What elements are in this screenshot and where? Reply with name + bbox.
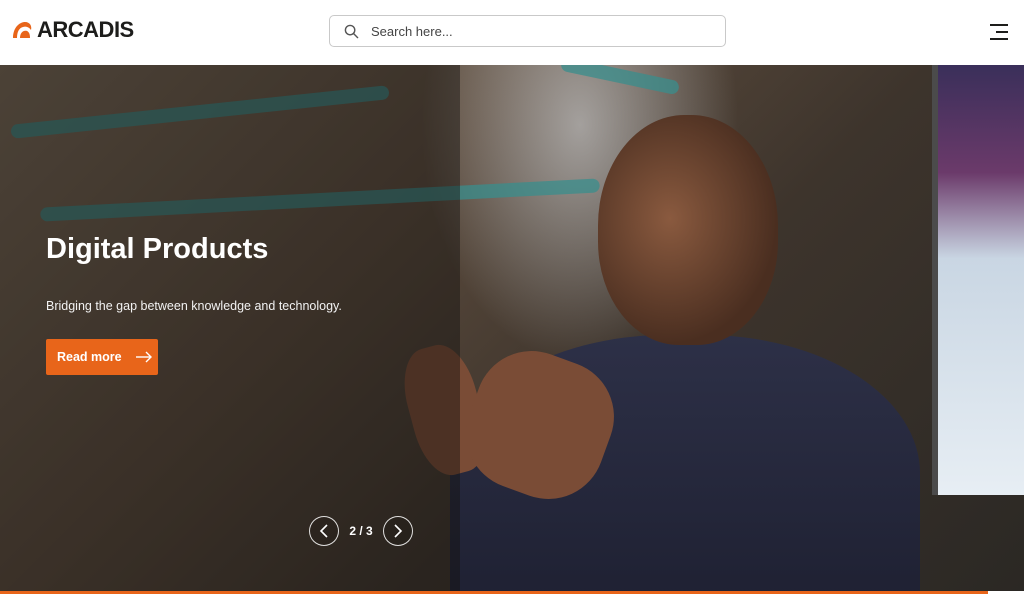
search-box[interactable] xyxy=(329,15,726,47)
carousel-progress-bar xyxy=(0,591,989,594)
hero-subtitle: Bridging the gap between knowledge and t… xyxy=(46,299,342,313)
carousel-prev-button[interactable] xyxy=(309,516,339,546)
read-more-button[interactable]: Read more xyxy=(46,339,158,375)
read-more-label: Read more xyxy=(57,350,122,364)
carousel-next-button[interactable] xyxy=(383,516,413,546)
hero-carousel: Digital Products Bridging the gap betwee… xyxy=(0,65,1024,591)
arcadis-logo-icon xyxy=(13,22,32,38)
chevron-right-icon xyxy=(394,524,403,538)
search-input[interactable] xyxy=(369,22,693,40)
carousel-controls: 2 / 3 xyxy=(309,515,413,547)
site-header: ARCADIS xyxy=(0,0,1024,65)
hero-title: Digital Products xyxy=(46,233,269,265)
carousel-progress-track xyxy=(0,591,1024,613)
carousel-counter: 2 / 3 xyxy=(349,524,373,538)
arrow-right-icon xyxy=(135,351,152,363)
hero-person-head xyxy=(598,115,778,345)
logo-text: ARCADIS xyxy=(37,17,134,42)
hamburger-menu-icon[interactable] xyxy=(990,24,1008,40)
arcadis-logo[interactable]: ARCADIS xyxy=(11,17,134,43)
hero-background-screen xyxy=(932,65,1024,495)
hero-text-overlay xyxy=(0,65,460,591)
search-icon xyxy=(344,24,359,38)
chevron-left-icon xyxy=(319,524,328,538)
